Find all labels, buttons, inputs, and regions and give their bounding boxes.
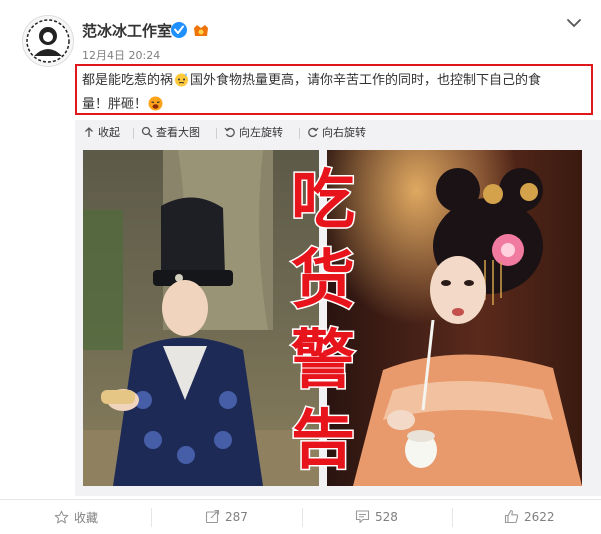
comment-count: 528 [375,510,398,524]
image-toolbar: 收起 查看大图 向左旋转 向右旋转 [75,120,601,146]
toolbar-divider [133,128,134,139]
post-text-part1: 都是能吃惹的祸 [82,73,174,88]
sweat-emoji-icon [175,73,189,87]
action-divider [452,508,453,527]
rotate-left-icon [224,127,235,138]
post-text-part3: 量！胖砸！ [82,97,148,112]
favorite-button[interactable]: 收藏 [54,509,98,526]
toolbar-divider [299,128,300,139]
comment-button[interactable]: 528 [355,509,398,524]
post-timestamp[interactable]: 12月4日 20:24 [82,47,160,63]
weibo-post-card: 范冰冰工作室 12月4日 20:24 都是能吃惹的祸 国外食物热量更高，请你辛苦… [0,0,601,534]
star-icon [54,510,69,524]
rotate-left-label: 向左旋转 [239,126,283,139]
action-divider [302,508,303,527]
author-avatar[interactable] [22,15,74,67]
repost-count: 287 [225,510,248,524]
action-bar: 收藏 287 528 2622 [0,499,601,534]
like-count: 2622 [524,510,555,524]
crying-emoji-icon [148,96,163,111]
collapse-label: 收起 [98,126,120,139]
overlay-char-4: 告 [291,404,355,478]
author-name[interactable]: 范冰冰工作室 [82,20,172,41]
photo-right-half [327,150,582,486]
comment-icon [355,510,370,524]
verified-badge-icon [171,22,187,38]
rotate-right-label: 向右旋转 [322,126,366,139]
repost-icon [205,509,220,524]
post-text: 都是能吃惹的祸 国外食物热量更高，请你辛苦工作的同时，也控制下自己的食 量！胖砸… [82,69,587,117]
rotate-left-button[interactable]: 向左旋转 [224,124,283,142]
toolbar-divider [216,128,217,139]
post-text-part2: 国外食物热量更高，请你辛苦工作的同时，也控制下自己的食 [190,73,542,88]
like-button[interactable]: 2622 [504,509,555,524]
collapse-button[interactable]: 收起 [83,124,120,142]
chevron-down-icon[interactable] [566,17,582,29]
overlay-char-1: 吃 [291,164,355,238]
overlay-char-3: 警 [291,324,355,398]
photo-left-half [83,150,319,486]
magnifier-icon [141,126,153,138]
action-divider [151,508,152,527]
view-large-label: 查看大图 [156,126,200,139]
arrow-up-icon [85,127,93,137]
rotate-right-icon [308,127,319,138]
rotate-right-button[interactable]: 向右旋转 [307,124,366,142]
post-photo[interactable]: 吃 货 警 告 [83,150,582,486]
overlay-char-2: 货 [291,244,355,318]
favorite-label: 收藏 [74,511,99,525]
view-large-button[interactable]: 查看大图 [141,124,200,142]
thumbs-up-icon [504,509,519,524]
repost-button[interactable]: 287 [205,509,248,524]
vip-member-icon[interactable] [192,21,210,39]
